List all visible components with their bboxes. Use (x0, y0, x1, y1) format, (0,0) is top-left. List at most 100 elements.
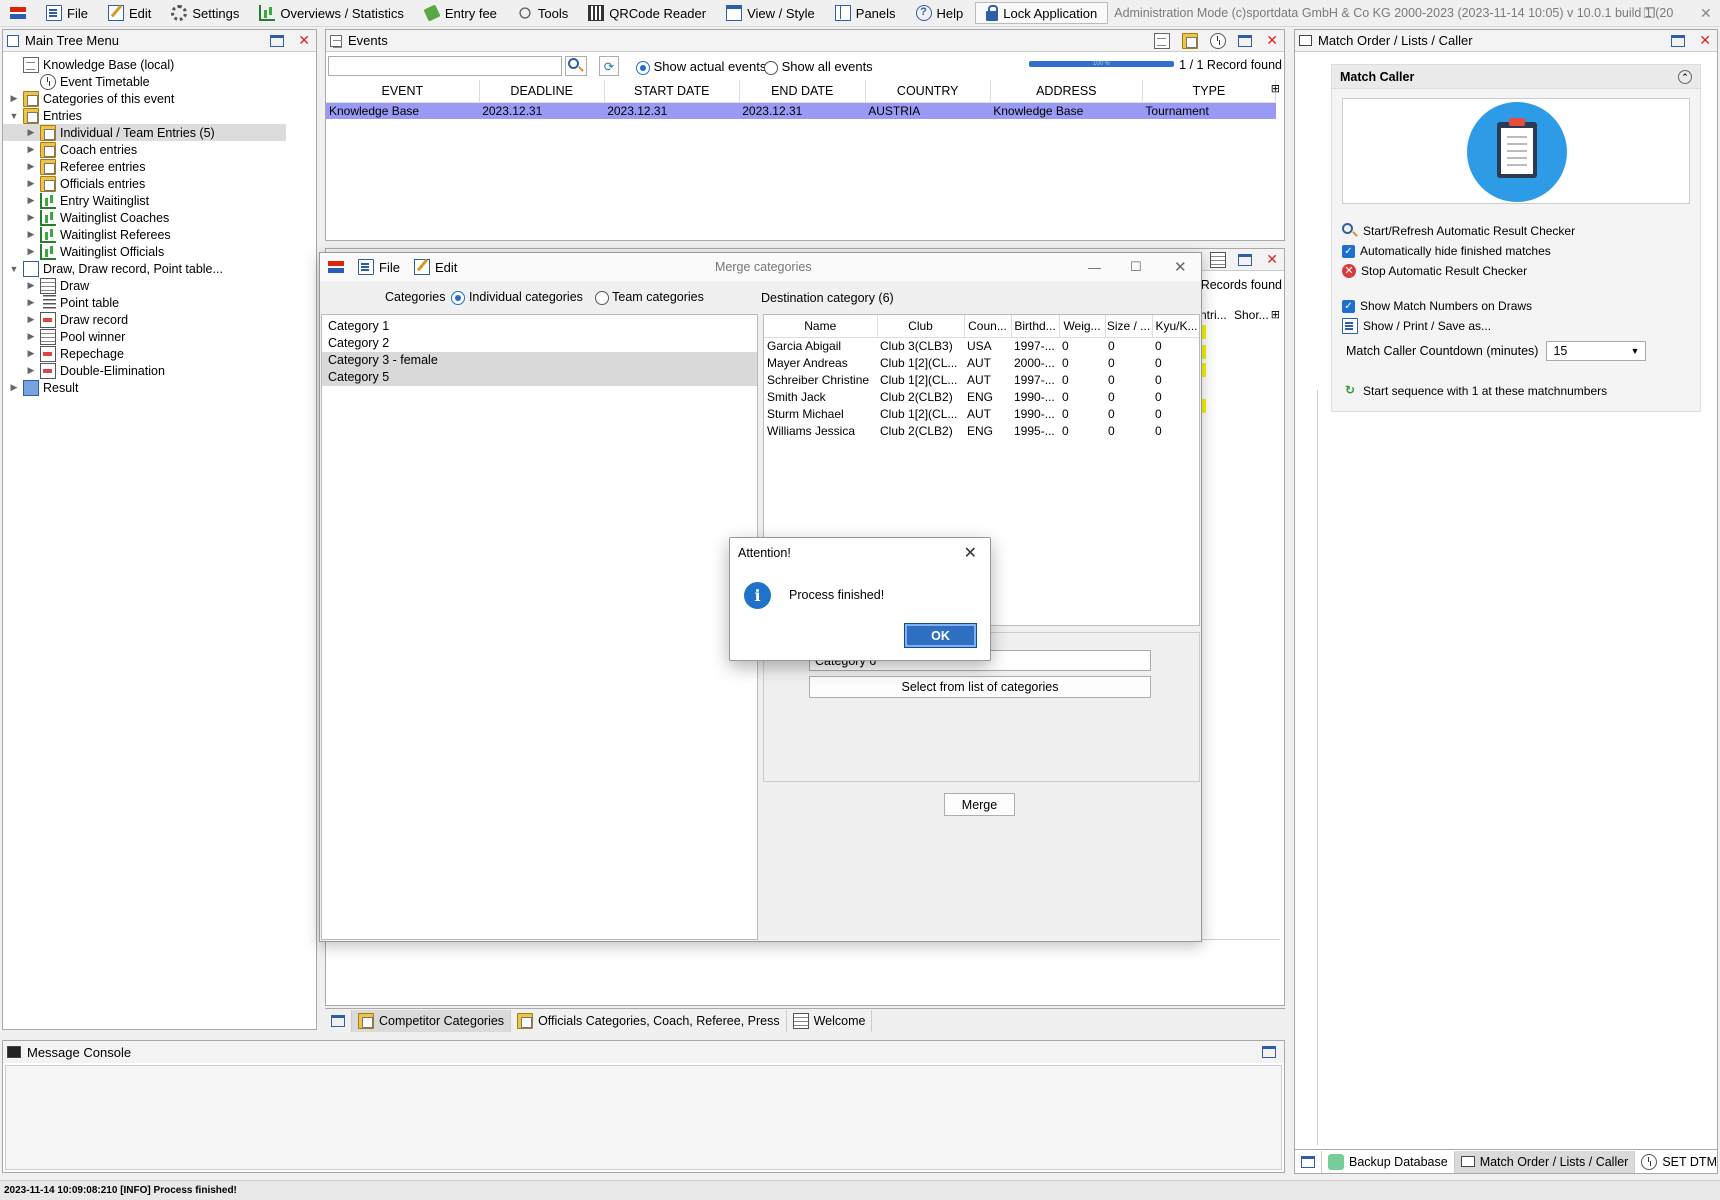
caller-option[interactable]: Show / Print / Save as... (1342, 316, 1692, 336)
show-all-events-radio[interactable]: Show all events (764, 59, 873, 75)
tree-item[interactable]: ▶ Draw (3, 277, 316, 294)
tree-toggle-icon[interactable]: ▶ (26, 195, 36, 206)
caller-option[interactable]: ✓ Show Match Numbers on Draws (1342, 296, 1692, 316)
close-tree-button[interactable]: ✕ (298, 32, 310, 49)
member-column-header[interactable]: Coun... (964, 315, 1012, 338)
merge-close-button[interactable]: ✕ (1174, 258, 1187, 276)
tree-toggle-icon[interactable]: ▶ (26, 178, 36, 189)
close-competitor-button[interactable]: ✕ (1266, 251, 1278, 268)
close-match-order-button[interactable]: ✕ (1699, 32, 1711, 49)
tree-toggle-icon[interactable]: ▶ (26, 127, 36, 138)
events-search-input[interactable] (328, 56, 562, 76)
merge-maximize-button[interactable]: ☐ (1130, 259, 1142, 275)
tab-officials-categories[interactable]: Officials Categories, Coach, Referee, Pr… (511, 1009, 787, 1032)
member-column-header[interactable]: Size / ... (1105, 315, 1153, 338)
dialog-ok-button[interactable]: OK (904, 623, 977, 648)
tree-item[interactable]: ▶ Result (3, 379, 316, 396)
list-item[interactable]: Category 3 - female (322, 352, 757, 369)
competitor-grid-icon[interactable] (1210, 251, 1227, 268)
tree-toggle-icon[interactable]: ▶ (26, 314, 36, 325)
tree-item[interactable]: ▶ Repechage (3, 345, 316, 362)
restore-window-button[interactable]: ❐ (1643, 5, 1656, 22)
tree-toggle-icon[interactable]: ▶ (26, 144, 36, 155)
member-column-header[interactable]: Birthd... (1011, 315, 1060, 338)
table-row[interactable]: Sturm Michael Club 1[2](CL... AUT 1990-... 0… (764, 405, 1199, 422)
member-column-header[interactable]: Name (764, 315, 878, 338)
menu-entry-fee[interactable]: Entry fee (414, 0, 507, 27)
menu-panels[interactable]: Panels (825, 0, 906, 27)
close-events-button[interactable]: ✕ (1266, 32, 1278, 49)
event-open-icon[interactable] (1182, 32, 1199, 49)
right-maximize-tab[interactable] (1295, 1150, 1322, 1173)
tree-toggle-icon[interactable]: ▶ (26, 348, 36, 359)
tree-toggle-icon[interactable]: ▶ (26, 297, 36, 308)
events-column-header[interactable]: END DATE (739, 80, 866, 103)
member-column-header[interactable]: Club (877, 315, 965, 338)
tree-toggle-icon[interactable]: ▼ (9, 264, 19, 274)
tree-item[interactable]: ▼ Entries (3, 107, 316, 124)
tree-item[interactable]: ▶ Draw record (3, 311, 316, 328)
team-categories-radio[interactable]: Team categories (594, 290, 704, 305)
maximize-events-button[interactable] (1238, 34, 1253, 47)
events-column-chooser-icon[interactable]: ⊞ (1271, 82, 1280, 95)
table-row[interactable]: Schreiber Christine Club 1[2](CL... AUT 199… (764, 371, 1199, 388)
tree-item[interactable]: ▶ Individual / Team Entries (5) (3, 124, 286, 141)
event-refresh-icon[interactable] (1210, 32, 1227, 49)
table-row[interactable]: Knowledge Base 2023.12.31 2023.12.31 2023.1… (326, 102, 1276, 119)
maximize-tree-button[interactable] (270, 34, 285, 47)
select-from-categories-button[interactable]: Select from list of categories (809, 676, 1151, 698)
table-row[interactable]: Williams Jessica Club 2(CLB2) ENG 1995-... 0… (764, 422, 1199, 439)
events-column-header[interactable]: DEADLINE (479, 80, 605, 103)
tree-toggle-icon[interactable]: ▶ (26, 246, 36, 257)
menu-help[interactable]: ? Help (906, 0, 974, 27)
table-row[interactable]: Mayer Andreas Club 1[2](CL... AUT 2000-... 0… (764, 354, 1199, 371)
tree-toggle-icon[interactable]: ▶ (26, 365, 36, 376)
events-column-header[interactable]: TYPE (1142, 80, 1277, 103)
competitor-column-chooser-icon[interactable]: ⊞ (1271, 308, 1280, 321)
events-column-header[interactable]: START DATE (604, 80, 740, 103)
tab-competitor-categories[interactable]: Competitor Categories (352, 1009, 512, 1032)
tree-item[interactable]: Knowledge Base (local) (3, 56, 316, 73)
menu-file[interactable]: File (36, 0, 98, 27)
tree-item[interactable]: ▶ Referee entries (3, 158, 316, 175)
events-search-button[interactable] (565, 56, 587, 76)
merge-menu-edit[interactable]: Edit (413, 259, 457, 275)
list-item[interactable]: Category 1 (322, 318, 757, 335)
menu-overviews[interactable]: Overviews / Statistics (249, 0, 414, 27)
list-item[interactable]: Category 2 (322, 335, 757, 352)
tree-item[interactable]: ▶ Categories of this event (3, 90, 316, 107)
lock-application-button[interactable]: Lock Application (975, 2, 1109, 24)
tree-item[interactable]: ▶ Waitinglist Coaches (3, 209, 316, 226)
events-column-header[interactable]: COUNTRY (865, 80, 991, 103)
tree-item[interactable]: Event Timetable (3, 73, 316, 90)
console-log-area[interactable] (5, 1065, 1282, 1170)
tree-item[interactable]: ▶ Double-Elimination (3, 362, 316, 379)
member-column-header[interactable]: Kyu/K... (1152, 315, 1199, 338)
individual-categories-radio[interactable]: Individual categories (451, 290, 583, 305)
tree-toggle-icon[interactable]: ▼ (9, 111, 19, 121)
events-sync-button[interactable]: ⟳ (599, 56, 619, 76)
tree-item[interactable]: ▶ Coach entries (3, 141, 316, 158)
event-export-icon[interactable] (1154, 32, 1171, 49)
central-maximize-tab[interactable] (325, 1009, 352, 1032)
events-column-header[interactable]: EVENT (326, 80, 480, 103)
close-window-button[interactable]: ✕ (1700, 5, 1712, 22)
merge-button[interactable]: Merge (944, 793, 1015, 816)
menu-qrcode[interactable]: QRCode Reader (578, 0, 716, 27)
tree-toggle-icon[interactable]: ▶ (26, 331, 36, 342)
tree-item[interactable]: ▶ Point table (3, 294, 316, 311)
tab-welcome[interactable]: Welcome (787, 1009, 873, 1032)
tree-item[interactable]: ▶ Waitinglist Officials (3, 243, 316, 260)
menu-edit[interactable]: Edit (98, 0, 161, 27)
tree-item[interactable]: ▶ Officials entries (3, 175, 316, 192)
collapse-chevron-icon[interactable]: ⌃ (1678, 69, 1692, 84)
caller-option[interactable]: ✕ Stop Automatic Result Checker (1342, 261, 1692, 281)
table-row[interactable]: Garcia Abigail Club 3(CLB3) USA 1997-... 0 0 0 (764, 337, 1199, 354)
caller-option[interactable]: Start/Refresh Automatic Result Checker (1342, 221, 1692, 241)
right-scroll-area[interactable] (1317, 390, 1318, 1145)
tab-set-dtm[interactable]: SET DTM (1635, 1151, 1720, 1173)
member-column-header[interactable]: Weig... (1059, 315, 1106, 338)
menu-settings[interactable]: Settings (161, 0, 249, 27)
maximize-console-button[interactable] (1262, 1046, 1276, 1058)
tree-item[interactable]: ▶ Entry Waitinglist (3, 192, 316, 209)
